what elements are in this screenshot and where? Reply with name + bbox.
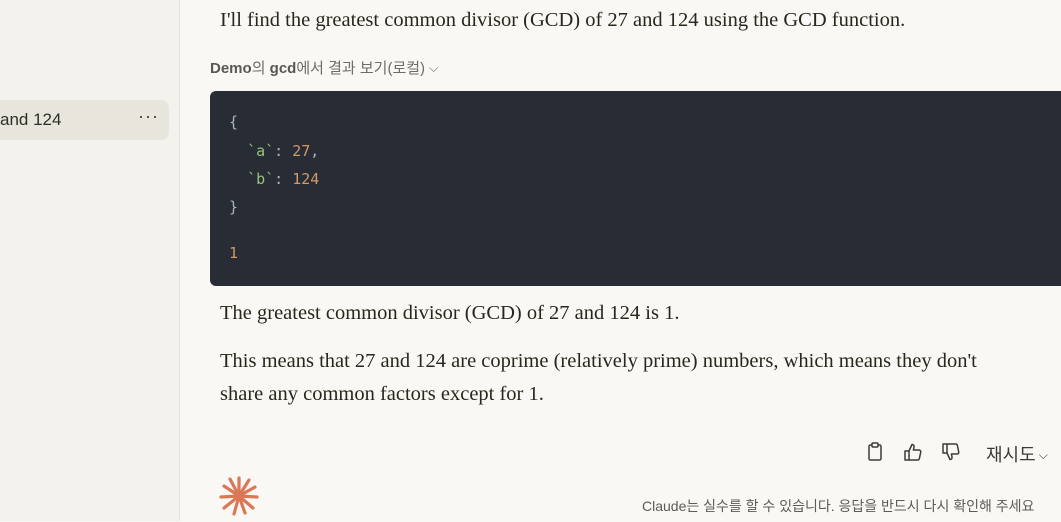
assistant-intro-text: I'll find the greatest common divisor (G… [220, 9, 906, 31]
chat-main: I'll find the greatest common divisor (G… [180, 0, 1061, 521]
thumbs-down-icon[interactable] [940, 440, 962, 464]
conversation-title: and 124 [0, 110, 62, 129]
tool-server-name: Demo [210, 60, 252, 77]
code-line-b: `b`: 124 [247, 170, 320, 188]
thumbs-up-icon[interactable] [902, 440, 924, 464]
retry-button[interactable]: 재시도 ⌵ [986, 441, 1048, 467]
tool-result-toggle[interactable]: Demo의 gcd에서 결과 보기(로컬) ⌵ [210, 57, 438, 78]
chevron-down-icon: ⌵ [429, 61, 439, 75]
assistant-answer-text: The greatest common divisor (GCD) of 27 … [220, 302, 680, 324]
clipboard-icon[interactable] [864, 440, 886, 464]
assistant-explanation-text: This means that 27 and 124 are coprime (… [220, 350, 977, 405]
code-key-a: a [256, 142, 266, 160]
more-options-icon[interactable]: ··· [138, 106, 159, 127]
sidebar-conversation-item[interactable]: and 124 ··· [0, 100, 169, 140]
retry-label: 재시도 [986, 445, 1036, 465]
tool-connector-1: 의 [251, 60, 270, 77]
code-value-a: 27 [292, 142, 311, 160]
tool-result-code-block: { `a`: 27, `b`: 124 } 1 [210, 91, 1061, 286]
claude-logo-icon [218, 475, 260, 517]
code-open-brace: { [229, 113, 239, 131]
code-line-a: `a`: 27, [247, 142, 320, 160]
sidebar: and 124 ··· [0, 0, 180, 521]
chevron-down-icon: ⌵ [1038, 448, 1048, 462]
code-key-b: b [256, 170, 266, 188]
tool-connector-2: 에서 결과 보기(로컬) [296, 60, 426, 77]
code-value-b: 124 [292, 170, 320, 188]
code-result: 1 [229, 244, 239, 262]
disclaimer-text: Claude는 실수를 할 수 있습니다. 응답을 반드시 다시 확인해 주세요 [642, 498, 1035, 514]
tool-name: gcd [269, 60, 297, 77]
code-close-brace: } [229, 198, 239, 216]
